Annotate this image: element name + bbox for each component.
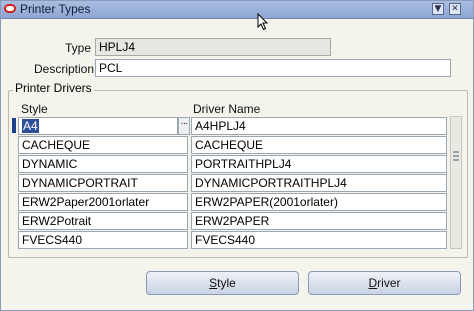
style-field[interactable]: A4 bbox=[18, 117, 178, 135]
description-label: Description bbox=[34, 62, 95, 76]
driver-button[interactable]: Driver bbox=[308, 271, 461, 295]
close-icon[interactable]: ✕ bbox=[449, 3, 461, 15]
style-field[interactable]: CACHEQUE bbox=[18, 136, 188, 154]
mouse-pointer-icon bbox=[257, 13, 269, 31]
scroll-grip bbox=[453, 151, 459, 153]
vertical-scrollbar[interactable] bbox=[450, 116, 462, 249]
driver-name-field[interactable]: A4HPLJ4 bbox=[191, 117, 447, 135]
style-button[interactable]: Style bbox=[146, 271, 299, 295]
scroll-grip bbox=[453, 159, 459, 161]
current-record-indicator bbox=[12, 118, 16, 133]
type-label: Type bbox=[65, 41, 92, 55]
driver-name-field[interactable]: DYNAMICPORTRAITHPLJ4 bbox=[191, 174, 447, 192]
driver-name-field[interactable]: ERW2PAPER(2001orlater) bbox=[191, 193, 447, 211]
title-bar[interactable]: Printer Types ▼ ✕ bbox=[1, 1, 473, 19]
style-field[interactable]: ERW2Potrait bbox=[18, 212, 188, 230]
driver-name-field[interactable]: CACHEQUE bbox=[191, 136, 447, 154]
driver-name-column-header: Driver Name bbox=[193, 102, 261, 116]
scroll-grip bbox=[453, 155, 459, 157]
driver-button-label: river bbox=[377, 276, 401, 290]
driver-name-field[interactable]: ERW2PAPER bbox=[191, 212, 447, 230]
style-field[interactable]: DYNAMIC bbox=[18, 155, 188, 173]
oracle-app-icon bbox=[4, 4, 16, 13]
minimize-icon[interactable]: ▼ bbox=[432, 3, 444, 15]
style-field[interactable]: DYNAMICPORTRAIT bbox=[18, 174, 188, 192]
driver-name-field[interactable]: FVECS440 bbox=[191, 231, 447, 249]
style-field-selected-text: A4 bbox=[22, 119, 39, 133]
style-button-label: tyle bbox=[217, 276, 236, 290]
type-field: HPLJ4 bbox=[95, 38, 331, 56]
style-button-mnemonic: S bbox=[209, 276, 218, 290]
style-field[interactable]: FVECS440 bbox=[18, 231, 188, 249]
window-title: Printer Types bbox=[20, 2, 91, 16]
driver-name-field[interactable]: PORTRAITHPLJ4 bbox=[191, 155, 447, 173]
style-column-header: Style bbox=[21, 102, 48, 116]
list-of-values-button[interactable]: ··· bbox=[178, 117, 190, 135]
description-field[interactable]: PCL bbox=[95, 59, 451, 77]
driver-button-mnemonic: D bbox=[368, 276, 378, 290]
printer-types-window: Printer Types ▼ ✕ Type HPLJ4 Description… bbox=[0, 0, 474, 311]
printer-drivers-title: Printer Drivers bbox=[13, 81, 94, 95]
style-field[interactable]: ERW2Paper2001orlater bbox=[18, 193, 188, 211]
